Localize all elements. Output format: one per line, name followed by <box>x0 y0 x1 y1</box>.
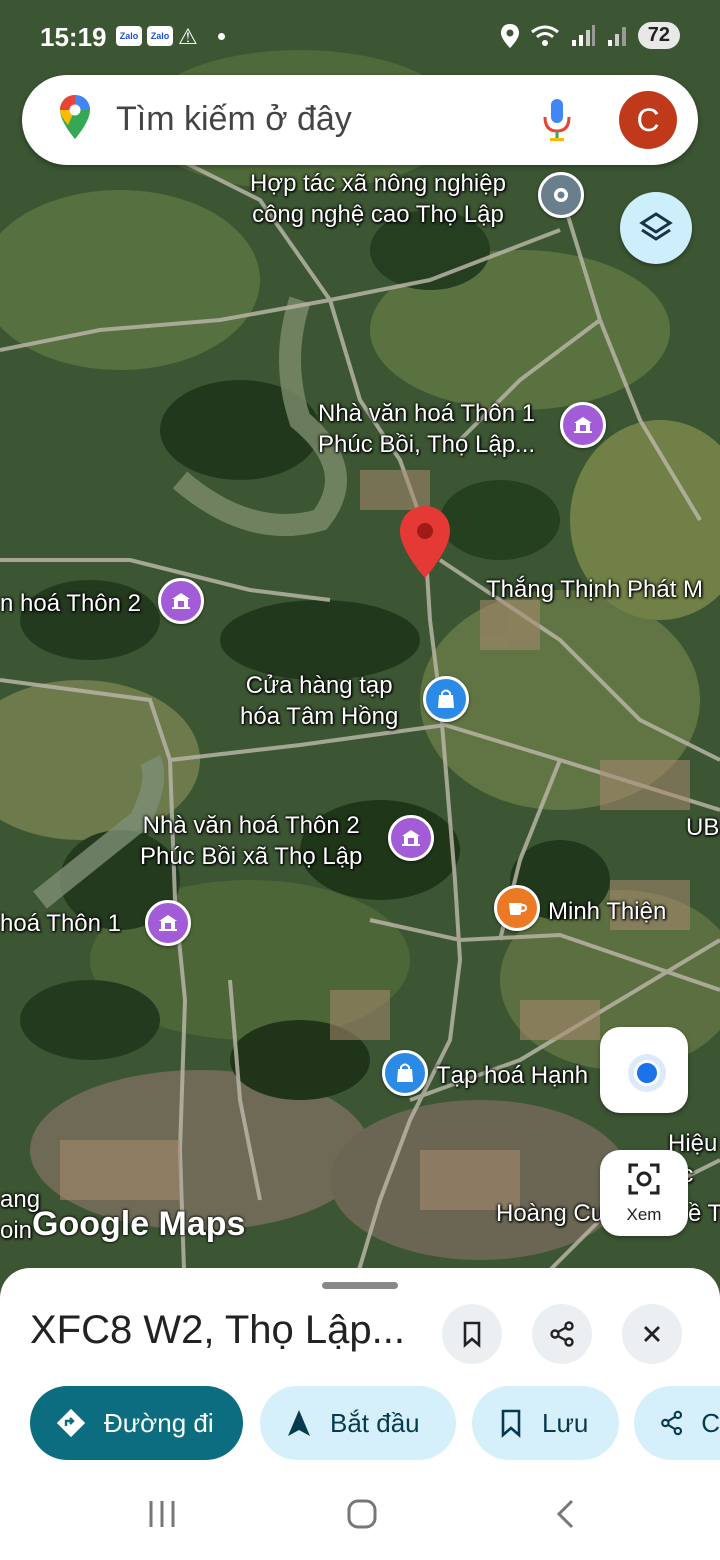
shopping-bag-icon <box>438 689 454 708</box>
layers-button[interactable] <box>620 192 692 264</box>
account-avatar[interactable]: C <box>619 91 677 149</box>
recent-apps-icon[interactable] <box>146 1498 178 1530</box>
google-maps-logo-icon <box>60 95 90 139</box>
share-place-button[interactable] <box>532 1304 592 1364</box>
selected-location-marker-icon[interactable] <box>400 506 450 578</box>
map-label-nvh-thon1-left[interactable]: hoá Thôn 1 <box>0 908 121 939</box>
poi-pin-icon[interactable] <box>538 172 584 218</box>
signal-2-icon <box>607 26 626 46</box>
wifi-icon <box>530 25 559 46</box>
warning-icon: ⚠ <box>178 24 198 49</box>
status-time: 15:19 <box>40 22 107 52</box>
shop-poi-icon[interactable] <box>382 1050 428 1096</box>
lens-view-button[interactable]: Xem <box>600 1150 688 1236</box>
close-sheet-button[interactable] <box>622 1304 682 1364</box>
share-label: C <box>701 1407 720 1438</box>
microphone-icon[interactable] <box>542 97 572 143</box>
map-label-thang-thinh[interactable]: Thắng Thịnh Phát M <box>486 574 703 605</box>
map-label-edge-t[interactable]: ề T <box>688 1198 720 1229</box>
temple-icon <box>402 830 420 846</box>
save-button[interactable]: Lưu <box>472 1386 619 1460</box>
save-label: Lưu <box>542 1407 589 1438</box>
navigation-arrow-icon <box>288 1410 310 1436</box>
my-location-icon <box>634 1060 660 1086</box>
map-label-ub[interactable]: UB <box>686 812 719 843</box>
share-icon <box>550 1321 574 1347</box>
landmark-poi-icon[interactable] <box>145 900 191 946</box>
share-button[interactable]: C <box>634 1386 720 1460</box>
signal-icon <box>571 24 595 46</box>
shop-poi-icon[interactable] <box>423 676 469 722</box>
directions-button[interactable]: Đường đi <box>30 1386 243 1460</box>
cafe-poi-icon[interactable] <box>494 885 540 931</box>
search-bar[interactable]: Tìm kiếm ở đây C <box>22 75 698 165</box>
bookmark-icon <box>501 1409 521 1438</box>
notification-dot-icon <box>218 33 225 40</box>
shopping-bag-icon <box>397 1063 413 1082</box>
system-navigation-bar <box>0 1470 720 1560</box>
location-icon <box>500 23 519 48</box>
bookmark-icon <box>463 1321 481 1348</box>
home-icon[interactable] <box>346 1498 378 1530</box>
save-place-button[interactable] <box>442 1304 502 1364</box>
sheet-drag-handle[interactable] <box>322 1282 398 1289</box>
temple-icon <box>172 593 190 609</box>
map-label-nvh-thon2-phucboi[interactable]: Nhà văn hoá Thôn 2 Phúc Bồi xã Thọ Lập <box>140 810 362 872</box>
map-label-cua-hang[interactable]: Cửa hàng tạp hóa Tâm Hồng <box>240 670 398 732</box>
map-label-coop[interactable]: Hợp tác xã nông nghiệp công nghệ cao Thọ … <box>250 168 506 230</box>
map-view[interactable]: 15:19 Zalo Zalo ⚠ 72 Tìm kiếm ở đây C Hợ… <box>0 0 720 1300</box>
start-navigation-button[interactable]: Bắt đầu <box>260 1386 456 1460</box>
landmark-poi-icon[interactable] <box>388 815 434 861</box>
search-placeholder[interactable]: Tìm kiếm ở đây <box>116 100 352 139</box>
status-bar: 15:19 Zalo Zalo ⚠ 72 <box>0 0 720 70</box>
share-icon <box>661 1410 683 1436</box>
zalo-notification-icon: Zalo <box>116 26 142 46</box>
battery-level: 72 <box>637 22 680 49</box>
map-label-hoang[interactable]: Hoàng Cu <box>496 1198 604 1229</box>
directions-label: Đường đi <box>104 1407 214 1438</box>
map-label-tap-hoa-hanh[interactable]: Tạp hoá Hạnh <box>436 1060 588 1091</box>
circle-poi-icon <box>554 188 568 202</box>
map-label-nvh-thon2-left[interactable]: n hoá Thôn 2 <box>0 588 141 619</box>
directions-icon <box>56 1408 86 1438</box>
map-label-nvh-thon1[interactable]: Nhà văn hoá Thôn 1 Phúc Bồi, Thọ Lập... <box>318 398 535 460</box>
lens-label: Xem <box>626 1205 662 1224</box>
temple-icon <box>574 417 592 433</box>
place-title: XFC8 W2, Thọ Lập... <box>30 1308 405 1352</box>
landmark-poi-icon[interactable] <box>560 402 606 448</box>
google-maps-logo: Google Maps <box>32 1205 246 1243</box>
map-label-minh-thien[interactable]: Minh Thiện <box>548 896 666 927</box>
camera-lens-icon <box>628 1163 660 1195</box>
start-label: Bắt đầu <box>330 1407 420 1438</box>
status-right-icons: 72 <box>500 22 680 49</box>
landmark-poi-icon[interactable] <box>158 578 204 624</box>
zalo-notification-icon: Zalo <box>147 26 173 46</box>
back-icon[interactable] <box>550 1498 582 1530</box>
coffee-cup-icon <box>509 903 528 915</box>
close-icon <box>644 1326 660 1342</box>
my-location-button[interactable] <box>600 1027 688 1113</box>
temple-icon <box>159 915 177 931</box>
layers-icon <box>639 212 673 241</box>
